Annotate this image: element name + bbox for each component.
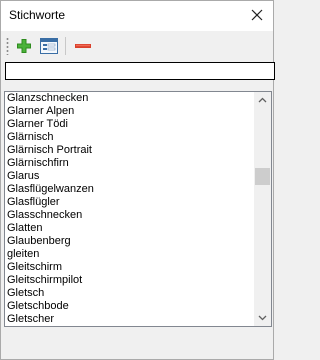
list-item[interactable]: Gleitschirm — [5, 261, 253, 274]
list-item[interactable]: Glärnisch — [5, 131, 253, 144]
list-item[interactable]: Glanzschnecken — [5, 92, 253, 105]
chevron-up-icon — [258, 97, 267, 103]
list-item[interactable]: Gleitschirmpilot — [5, 274, 253, 287]
list-item[interactable]: Glarner Alpen — [5, 105, 253, 118]
scroll-down-button[interactable] — [254, 309, 271, 326]
window-title: Stichworte — [9, 8, 66, 22]
list-item[interactable]: Gletsch — [5, 287, 253, 300]
edit-keyword-button[interactable] — [39, 36, 59, 56]
list-item[interactable]: Glasflügelwanzen — [5, 183, 253, 196]
chevron-down-icon — [258, 315, 267, 321]
scroll-up-button[interactable] — [254, 92, 271, 109]
list-item[interactable]: Glatten — [5, 222, 253, 235]
list-item[interactable]: Glarner Tödi — [5, 118, 253, 131]
list-item[interactable]: Glärnischfirn — [5, 157, 253, 170]
list-item[interactable]: gleiten — [5, 248, 253, 261]
add-keyword-button[interactable] — [14, 36, 34, 56]
minus-icon — [75, 44, 91, 48]
remove-keyword-button[interactable] — [73, 36, 93, 56]
list-item[interactable]: Gletscher — [5, 313, 253, 326]
vertical-scrollbar[interactable] — [254, 92, 271, 326]
list-item[interactable]: Glärnisch Portrait — [5, 144, 253, 157]
plus-icon — [17, 39, 31, 53]
keyword-list[interactable]: Glanzschnecken Glarner Alpen Glarner Töd… — [4, 91, 272, 327]
list-item[interactable]: Glasflügler — [5, 196, 253, 209]
close-button[interactable] — [243, 2, 271, 28]
list-item[interactable]: Glasschnecken — [5, 209, 253, 222]
keyword-search-input[interactable] — [5, 62, 275, 80]
status-bar — [1, 328, 273, 359]
close-icon — [251, 9, 263, 21]
edit-form-icon — [40, 38, 58, 54]
toolbar-grip[interactable] — [6, 37, 9, 55]
keyword-window: Stichworte Glanzschnecken Glarner Alpen … — [0, 0, 275, 360]
keyword-items: Glanzschnecken Glarner Alpen Glarner Töd… — [5, 92, 253, 326]
list-item[interactable]: Gletschbode — [5, 300, 253, 313]
toolbar — [1, 31, 273, 61]
title-bar: Stichworte — [1, 1, 273, 31]
list-item[interactable]: Glaubenberg — [5, 235, 253, 248]
scrollbar-thumb[interactable] — [255, 168, 270, 185]
list-item[interactable]: Glarus — [5, 170, 253, 183]
toolbar-separator — [65, 37, 66, 55]
